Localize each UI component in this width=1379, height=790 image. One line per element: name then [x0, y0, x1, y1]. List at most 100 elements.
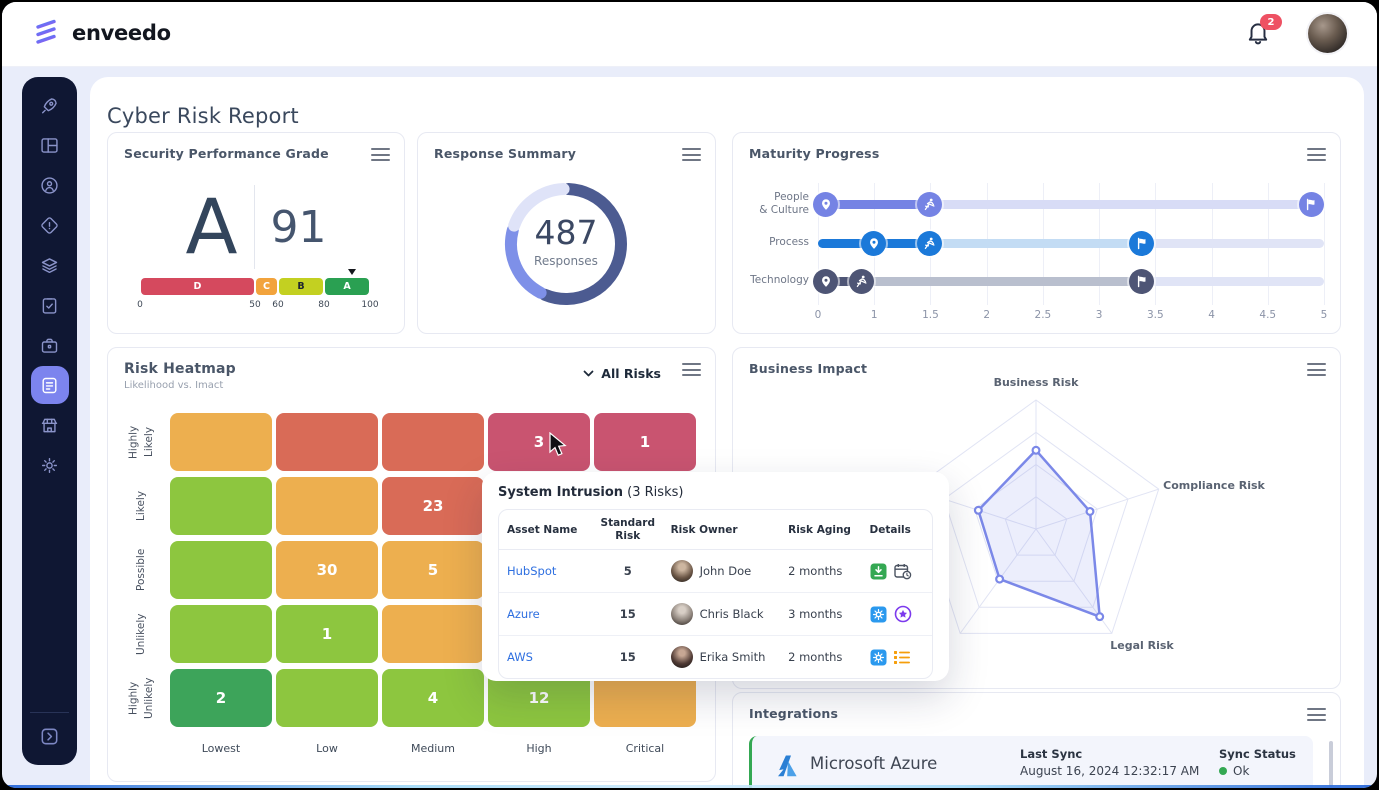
heatmap-cell[interactable]: 1: [594, 413, 696, 471]
heatmap-cell[interactable]: [382, 605, 484, 663]
heatmap-cell[interactable]: 23: [382, 477, 484, 535]
asset-link[interactable]: Azure: [507, 607, 540, 621]
maturity-bar-segment: [929, 200, 1324, 209]
sidebar-item-rocket[interactable]: [31, 85, 69, 125]
risk-aging-value: 2 months: [780, 636, 861, 679]
x-axis-tick: 4.5: [1259, 309, 1276, 321]
sidebar-item-marketplace[interactable]: [31, 405, 69, 445]
sidebar-item-portfolio[interactable]: [31, 325, 69, 365]
heatmap-cell-value: 3: [534, 433, 544, 451]
calendar-clock-icon[interactable]: [894, 563, 912, 580]
risk-alert-icon: [39, 215, 60, 236]
azure-logo-icon: [774, 754, 801, 778]
sidebar-item-report[interactable]: [31, 366, 69, 404]
user-avatar[interactable]: [1308, 14, 1347, 53]
risk-detail-popup: System Intrusion (3 Risks) Asset NameSta…: [482, 472, 949, 681]
heatmap-cell[interactable]: [276, 669, 378, 727]
sidebar-item-dashboard[interactable]: [31, 125, 69, 165]
enveedo-logo-icon: [30, 16, 63, 49]
sidebar-expand-button[interactable]: [22, 724, 77, 749]
star-purple-icon[interactable]: [894, 605, 912, 623]
list-orange-icon[interactable]: [894, 650, 911, 665]
sidebar-item-settings[interactable]: [31, 445, 69, 485]
grade-segment-B: B: [279, 278, 323, 295]
grade-segment-D: D: [141, 278, 254, 295]
pin-marker-icon[interactable]: [813, 192, 838, 217]
runner-marker-icon[interactable]: [849, 269, 874, 294]
risk-table-row: AWS15Erika Smith2 months: [499, 636, 932, 679]
gear-blue-icon[interactable]: [870, 606, 887, 623]
chevron-right-icon: [38, 725, 61, 748]
heatmap-cell[interactable]: [170, 541, 272, 599]
risk-filter-dropdown[interactable]: All Risks: [583, 366, 661, 381]
radar-data-point: [1096, 613, 1103, 620]
popup-title: System Intrusion (3 Risks): [498, 485, 933, 500]
sidebar-item-tasks[interactable]: [31, 285, 69, 325]
advisor-icon: [39, 175, 60, 196]
card-menu-icon[interactable]: [1307, 148, 1326, 161]
integrations-scrollbar[interactable]: [1329, 741, 1333, 787]
standard-risk-value: 15: [591, 593, 663, 636]
heatmap-cell[interactable]: [170, 413, 272, 471]
pin-marker-icon[interactable]: [813, 269, 838, 294]
brand[interactable]: enveedo: [30, 16, 171, 49]
download-green-icon[interactable]: [870, 563, 887, 580]
heatmap-cell-value: 1: [640, 433, 650, 451]
gear-blue-icon[interactable]: [870, 649, 887, 666]
app-window: enveedo 2 Cyber Risk Report: [2, 2, 1377, 788]
heatmap-cell[interactable]: [170, 605, 272, 663]
heatmap-cell[interactable]: 3: [488, 413, 590, 471]
topbar: enveedo 2: [2, 2, 1377, 67]
risk-table-header: Details: [862, 510, 932, 550]
heatmap-cell[interactable]: 5: [382, 541, 484, 599]
heatmap-col-label: High: [488, 742, 590, 755]
maturity-track: [818, 277, 1324, 286]
integrations-card: Integrations Microsoft Azure Last Sync A…: [732, 692, 1341, 788]
risk-table-header: Standard Risk: [591, 510, 663, 550]
radar-axis-label: Compliance Risk: [1144, 479, 1284, 492]
flag-marker-icon[interactable]: [1299, 192, 1324, 217]
asset-link[interactable]: HubSpot: [507, 564, 556, 578]
runner-marker-icon[interactable]: [917, 192, 942, 217]
heatmap-cell[interactable]: 2: [170, 669, 272, 727]
report-icon: [39, 375, 60, 396]
card-menu-icon[interactable]: [1307, 708, 1326, 721]
heatmap-cell[interactable]: [276, 413, 378, 471]
card-menu-icon[interactable]: [682, 363, 701, 376]
runner-marker-icon[interactable]: [917, 231, 942, 256]
heatmap-cell[interactable]: 4: [382, 669, 484, 727]
risk-table-header: Risk Owner: [663, 510, 781, 550]
card-menu-icon[interactable]: [682, 148, 701, 161]
heatmap-cell[interactable]: [170, 477, 272, 535]
heatmap-cell-value: 12: [529, 689, 550, 707]
sidebar-item-risk-alert[interactable]: [31, 205, 69, 245]
x-axis-tick: 0: [815, 309, 822, 321]
grade-letter: A: [186, 191, 238, 263]
heatmap-cell[interactable]: [382, 413, 484, 471]
integration-row-azure[interactable]: Microsoft Azure Last Sync August 16, 202…: [749, 736, 1313, 788]
heatmap-cell[interactable]: [276, 477, 378, 535]
sidebar-item-advisor[interactable]: [31, 165, 69, 205]
grade-score: 91: [271, 202, 327, 253]
flag-marker-icon[interactable]: [1129, 269, 1154, 294]
heatmap-cell[interactable]: 30: [276, 541, 378, 599]
grade-tick: 50: [249, 300, 260, 310]
sidebar-item-layers[interactable]: [31, 245, 69, 285]
radar-data-point: [996, 576, 1003, 583]
card-menu-icon[interactable]: [371, 148, 390, 161]
risk-table-row: HubSpot5John Doe2 months: [499, 550, 932, 593]
grade-display: A 91: [108, 185, 404, 269]
grade-segment-C: C: [256, 278, 277, 295]
heatmap-cell[interactable]: 1: [276, 605, 378, 663]
radar-data-point: [1087, 508, 1094, 515]
heatmap-cell-value: 2: [216, 689, 226, 707]
asset-link[interactable]: AWS: [507, 650, 533, 664]
risk-aging-value: 2 months: [780, 550, 861, 593]
risk-table-header: Risk Aging: [780, 510, 861, 550]
heatmap-row-label: Likely: [120, 477, 164, 535]
maturity-row-label: Process: [733, 236, 809, 249]
owner-name: John Doe: [700, 564, 752, 578]
notifications-button[interactable]: 2: [1245, 19, 1275, 49]
flag-marker-icon[interactable]: [1129, 231, 1154, 256]
pin-marker-icon[interactable]: [861, 231, 886, 256]
